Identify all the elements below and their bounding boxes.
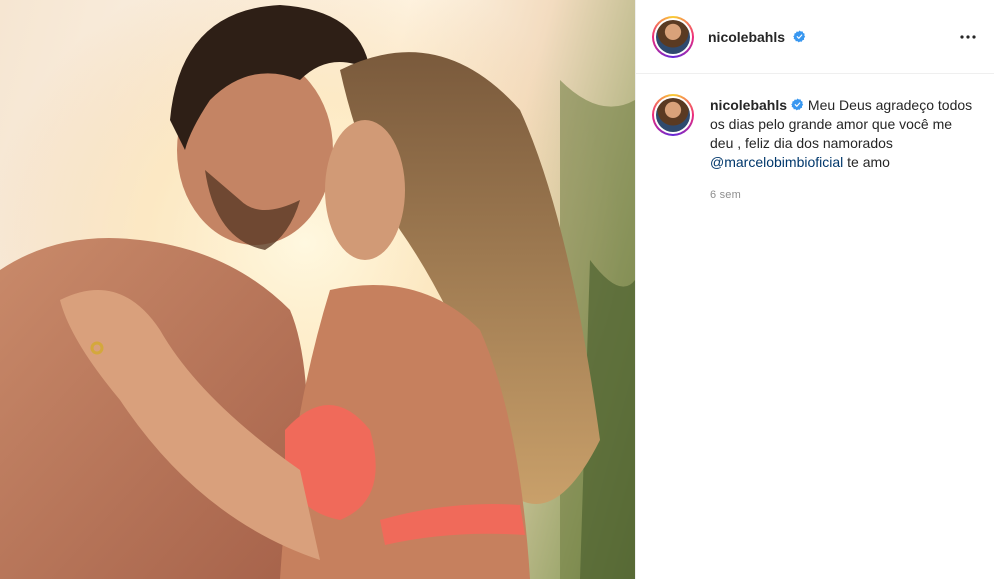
verified-badge-icon xyxy=(791,98,804,111)
caption-mention[interactable]: @marcelobimbioficial xyxy=(710,154,843,170)
post-header: nicolebahls xyxy=(636,0,994,74)
author-avatar[interactable] xyxy=(652,15,694,58)
post-sidebar: nicolebahls nicolebahls Meu Deus agradeç… xyxy=(635,0,994,579)
post-timestamp[interactable]: 6 sem xyxy=(710,186,978,205)
verified-badge-icon xyxy=(793,29,806,42)
photo-illustration xyxy=(0,0,635,579)
caption-body: nicolebahls Meu Deus agradeço todos os d… xyxy=(710,96,978,205)
instagram-post: nicolebahls nicolebahls Meu Deus agradeç… xyxy=(0,0,994,579)
post-photo[interactable] xyxy=(0,0,635,579)
caption-avatar[interactable] xyxy=(652,94,694,136)
more-options-icon[interactable] xyxy=(956,25,980,49)
caption-text-end: te amo xyxy=(847,154,890,170)
avatar-image xyxy=(656,19,690,54)
caption-username[interactable]: nicolebahls xyxy=(710,97,787,113)
header-username[interactable]: nicolebahls xyxy=(708,29,806,45)
avatar-image xyxy=(656,98,690,132)
caption-comment: nicolebahls Meu Deus agradeço todos os d… xyxy=(636,74,994,205)
